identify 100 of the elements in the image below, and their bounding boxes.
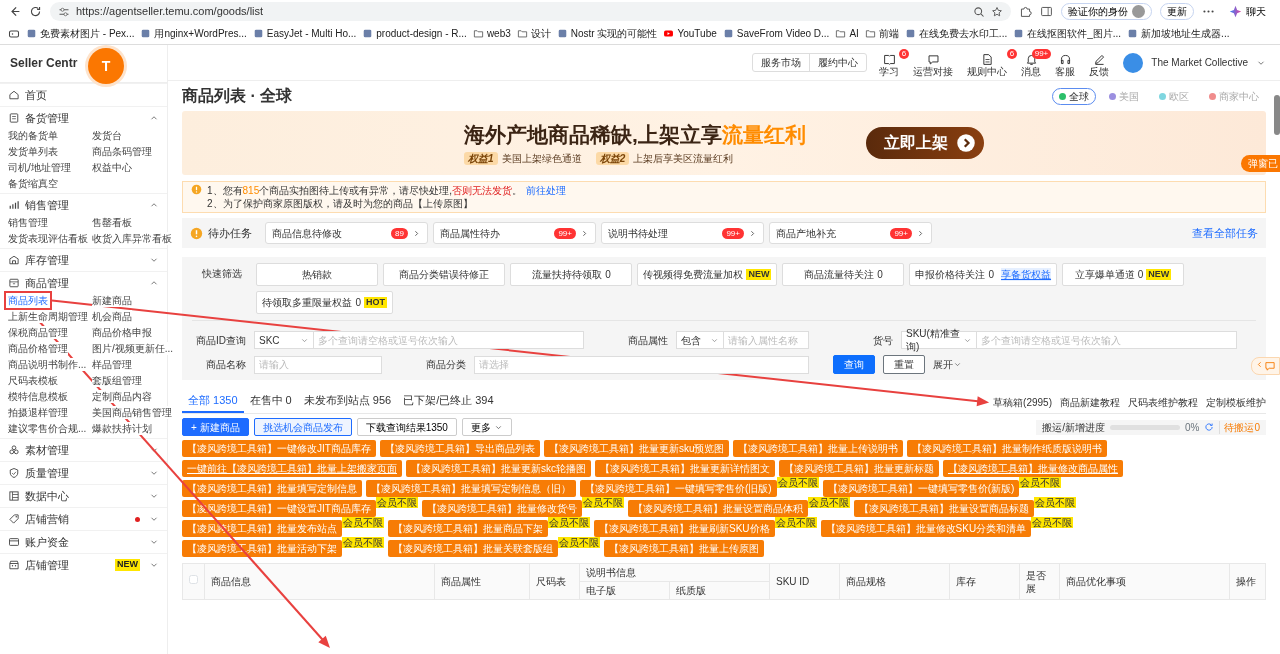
bookmark[interactable]: Nostr 实现的可能性 bbox=[556, 27, 658, 40]
sidebar-section[interactable]: 质量管理 bbox=[0, 461, 167, 484]
tab-search-icon[interactable] bbox=[8, 27, 20, 40]
task-chip[interactable]: 商品属性待办 99+ bbox=[433, 222, 596, 244]
filter-chip[interactable]: 申报价格待关注 0 享备货权益 bbox=[909, 263, 1058, 286]
header-tool[interactable]: 消息 99+ bbox=[1021, 48, 1052, 77]
bookmark[interactable]: web3 bbox=[472, 27, 511, 40]
extensions-icon[interactable] bbox=[1019, 5, 1032, 18]
help-link[interactable]: 草稿箱(2995) bbox=[993, 396, 1052, 409]
filter-chip[interactable]: 商品流量待关注 0 bbox=[782, 263, 905, 286]
sidebar-link[interactable]: 商品价格管理 bbox=[8, 342, 68, 355]
status-tab[interactable]: 已下架/已终止 394 bbox=[397, 392, 500, 413]
sidebar-link[interactable]: 商品价格申报 bbox=[92, 326, 152, 339]
sidebar-link[interactable]: 备货缩真空 bbox=[8, 177, 58, 190]
sidebar-link[interactable]: 发货单列表 bbox=[8, 145, 58, 158]
task-chip[interactable]: 说明书待处理 99+ bbox=[601, 222, 764, 244]
sidebar-link[interactable]: 司机/地址管理 bbox=[8, 161, 71, 174]
header-tool[interactable]: 客服 bbox=[1055, 48, 1086, 77]
filter-chip[interactable]: 待领取多重限量权益 0 HOT bbox=[256, 291, 394, 314]
sidebar-link[interactable]: 销售管理 bbox=[8, 216, 48, 229]
sidebar-section[interactable]: 首页 bbox=[0, 83, 167, 106]
header-tool[interactable]: 规则中心 6 bbox=[967, 48, 1018, 77]
sidebar-link[interactable]: 商品说明书制作... bbox=[8, 358, 87, 371]
chip-link[interactable]: 享备货权益 bbox=[1001, 268, 1052, 281]
sidebar-link[interactable]: 收货入库异常看板 bbox=[92, 232, 172, 245]
filter-chip[interactable]: 立享爆单通道 0 NEW bbox=[1062, 263, 1185, 286]
sidebar-link[interactable]: 定制商品内容 bbox=[92, 390, 152, 403]
user-name[interactable]: The Market Collective bbox=[1151, 56, 1248, 69]
sidebar-section[interactable]: 账户资金 bbox=[0, 530, 167, 553]
update-button[interactable]: 更新 bbox=[1160, 3, 1194, 20]
sidebar-section[interactable]: 店铺营销 bbox=[0, 507, 167, 530]
profile-button[interactable]: 验证你的身份 bbox=[1061, 3, 1152, 20]
query-button[interactable]: 查询 bbox=[833, 355, 875, 374]
bookmark[interactable]: 设计 bbox=[516, 27, 551, 40]
input-field[interactable]: 请输入属性名称 bbox=[724, 331, 809, 349]
action-button[interactable]: + 新建商品 bbox=[182, 418, 249, 436]
sidebar-link[interactable]: 权益中心 bbox=[92, 161, 132, 174]
help-link[interactable]: 尺码表维护教程 bbox=[1128, 396, 1198, 409]
help-link[interactable]: 定制模板维护 bbox=[1206, 396, 1266, 409]
bookmark[interactable]: AI bbox=[835, 27, 859, 40]
input-field[interactable]: 请选择 bbox=[474, 355, 809, 374]
sidebar-section[interactable]: 素材管理 bbox=[0, 438, 167, 461]
sidebar-section[interactable]: 库存管理 bbox=[0, 248, 167, 271]
address-bar[interactable]: https://agentseller.temu.com/goods/list bbox=[50, 2, 1011, 21]
view-all-link[interactable]: 查看全部任务 bbox=[1192, 225, 1258, 241]
sidebar-link[interactable]: 新建商品 bbox=[92, 294, 132, 307]
sidebar-link[interactable]: 套版组管理 bbox=[92, 374, 142, 387]
sidebar-link[interactable]: 发货台 bbox=[92, 129, 122, 142]
notice-link[interactable]: 前往处理 bbox=[526, 185, 567, 196]
header-tool[interactable]: 学习 6 bbox=[879, 48, 910, 77]
input-field[interactable]: 请输入 bbox=[254, 355, 382, 374]
bookmark[interactable]: SaveFrom Video D... bbox=[722, 27, 830, 40]
bookmark[interactable]: 在线抠图软件_图片... bbox=[1013, 27, 1122, 40]
header-link[interactable]: 履约中心 bbox=[809, 54, 867, 71]
select-field[interactable]: SKC bbox=[254, 331, 314, 349]
bookmark[interactable]: YouTube bbox=[663, 27, 717, 40]
reset-button[interactable]: 重置 bbox=[883, 355, 925, 374]
select-field[interactable]: 包含 bbox=[676, 331, 724, 349]
status-tab[interactable]: 全部 1350 bbox=[182, 392, 244, 413]
bookmark[interactable]: product-design - R... bbox=[362, 27, 467, 40]
help-link[interactable]: 商品新建教程 bbox=[1060, 396, 1120, 409]
filter-chip[interactable]: 商品分类错误待修正 bbox=[383, 263, 506, 286]
sidebar-link[interactable]: 我的备货单 bbox=[8, 129, 58, 142]
sidebar-link[interactable]: 图片/视频更新任... bbox=[92, 342, 174, 355]
bookmark[interactable]: 用nginx+WordPres... bbox=[140, 27, 247, 40]
sidebar-link[interactable]: 上新生命周期管理 bbox=[8, 310, 88, 323]
filter-chip[interactable]: 传视频得免费流量加权 NEW bbox=[637, 263, 778, 286]
sidebar-link[interactable]: 保税商品管理 bbox=[8, 326, 68, 339]
sidebar-link[interactable]: 商品条码管理 bbox=[92, 145, 152, 158]
back-icon[interactable] bbox=[8, 5, 21, 18]
star-icon[interactable] bbox=[991, 5, 1003, 18]
task-chip[interactable]: 商品产地补充 99+ bbox=[769, 222, 932, 244]
sliders-icon[interactable] bbox=[58, 5, 70, 18]
zoom-icon[interactable] bbox=[973, 5, 985, 18]
action-button[interactable]: 下载查询结果1350 bbox=[356, 418, 457, 436]
sidebar-link[interactable]: 模特信息模板 bbox=[8, 390, 68, 403]
bookmark[interactable]: 新加坡地址生成器... bbox=[1127, 27, 1230, 40]
header-tool[interactable]: 反馈 bbox=[1089, 48, 1120, 77]
filter-chip[interactable]: 流量扶持待领取 0 bbox=[510, 263, 633, 286]
sidebar-link[interactable]: 尺码表模板 bbox=[8, 374, 58, 387]
bookmark[interactable]: 在线免费去水印工... bbox=[904, 27, 1008, 40]
sidebar-link[interactable]: 发货表现评估看板 bbox=[8, 232, 88, 245]
bookmark[interactable]: EasyJet - Multi Ho... bbox=[252, 27, 357, 40]
action-button[interactable]: 挑选机会商品发布 bbox=[253, 418, 352, 436]
task-chip[interactable]: 商品信息待修改 89 bbox=[265, 222, 428, 244]
sidebar-section[interactable]: 店铺管理 NEW bbox=[0, 553, 167, 576]
header-link[interactable]: 服务市场 bbox=[753, 54, 810, 71]
sidebar-link[interactable]: 售罄看板 bbox=[92, 216, 132, 229]
sidebar-link[interactable]: 建议零售价合规... bbox=[8, 422, 87, 435]
action-button[interactable]: 更多 bbox=[461, 418, 512, 436]
status-tab[interactable]: 在售中 0 bbox=[243, 392, 298, 413]
refresh-icon[interactable] bbox=[1204, 422, 1215, 432]
filter-chip[interactable]: 热销款 bbox=[256, 263, 379, 286]
bookmark[interactable]: 免费素材图片 - Pex... bbox=[26, 27, 135, 40]
sidebar-link[interactable]: 爆款扶持计划 bbox=[92, 422, 152, 435]
sidebar-section[interactable]: 数据中心 bbox=[0, 484, 167, 507]
header-tool[interactable]: 运营对接 bbox=[913, 48, 964, 77]
select-all-checkbox[interactable] bbox=[189, 575, 198, 584]
scrollbar-thumb[interactable] bbox=[1274, 95, 1280, 135]
bookmark[interactable]: 前端 bbox=[864, 27, 899, 40]
